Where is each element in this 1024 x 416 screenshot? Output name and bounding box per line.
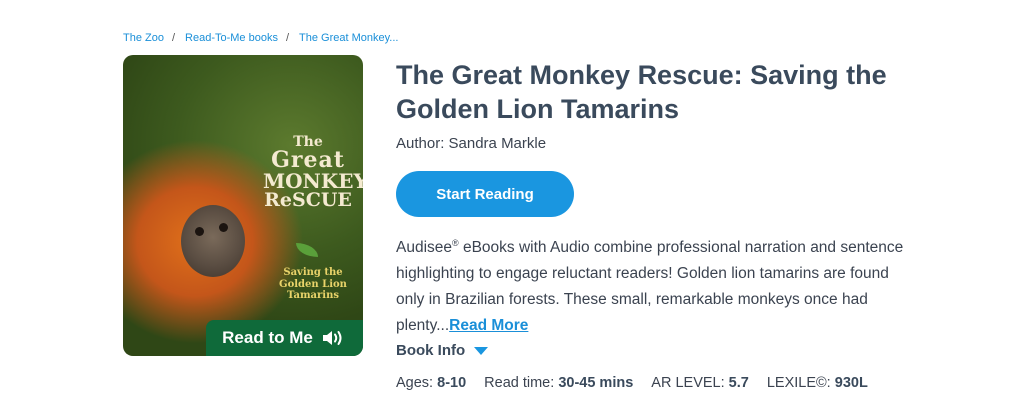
breadcrumb-separator: /: [285, 32, 290, 44]
start-reading-button[interactable]: Start Reading: [396, 171, 574, 217]
breadcrumb-link-zoo[interactable]: The Zoo: [123, 32, 164, 44]
breadcrumb-link-read-to-me[interactable]: Read-To-Me books: [185, 32, 278, 44]
monkey-eye: [195, 227, 204, 236]
meta-lexile: LEXILE©: 930L: [767, 375, 868, 391]
book-info-label: Book Info: [396, 342, 466, 359]
cover-subtitle-line: Tamarins: [287, 290, 339, 301]
speaker-icon: [322, 331, 342, 345]
cover-title-line: Great: [271, 147, 345, 173]
book-info-toggle[interactable]: Book Info: [396, 342, 489, 359]
monkey-eye: [219, 223, 228, 232]
meta-value: 30-45 mins: [558, 375, 634, 391]
book-author: Author: Sandra Markle: [396, 135, 547, 152]
read-to-me-label: Read to Me: [222, 328, 313, 347]
book-title: The Great Monkey Rescue: Saving the Gold…: [396, 60, 887, 124]
read-to-me-badge: Read to Me: [206, 320, 363, 356]
cover-subtitle-line: Golden Lion: [279, 278, 347, 290]
registered-mark: ®: [452, 238, 459, 248]
cover-title-line: ReSCUE: [264, 189, 352, 211]
description-brand: Audisee: [396, 239, 453, 257]
cover-subtitle: Saving the Golden Lion Tamarins: [273, 267, 353, 302]
caret-down-icon: [474, 346, 489, 355]
cover-title-line: MONKEY: [263, 169, 363, 193]
book-meta: Ages: 8-10 Read time: 30-45 mins AR LEVE…: [396, 375, 868, 391]
leaf-icon: [296, 243, 318, 257]
meta-read-time: Read time: 30-45 mins: [484, 375, 633, 391]
read-more-link[interactable]: Read More: [449, 317, 528, 334]
book-description: Audisee® eBooks with Audio combine profe…: [396, 230, 916, 339]
meta-ages: Ages: 8-10: [396, 375, 466, 391]
meta-label: LEXILE©:: [766, 375, 831, 391]
meta-value: 930L: [834, 375, 868, 391]
breadcrumb: The Zoo / Read-To-Me books / The Great M…: [123, 32, 398, 44]
meta-label: AR LEVEL:: [651, 375, 725, 391]
meta-label: Read time:: [484, 375, 555, 391]
cover-title: The Great MONKEY ReSCUE: [263, 135, 363, 211]
cover-subtitle-line: Saving the: [283, 267, 343, 278]
breadcrumb-separator: /: [171, 32, 176, 44]
meta-label: Ages:: [396, 375, 434, 391]
cover-monkey-illustration: [181, 205, 245, 277]
breadcrumb-link-current[interactable]: The Great Monkey...: [299, 32, 398, 44]
book-cover[interactable]: The Great MONKEY ReSCUE Saving the Golde…: [123, 55, 363, 356]
meta-value: 8-10: [437, 375, 467, 391]
meta-ar-level: AR LEVEL: 5.7: [651, 375, 749, 391]
meta-value: 5.7: [728, 375, 749, 391]
